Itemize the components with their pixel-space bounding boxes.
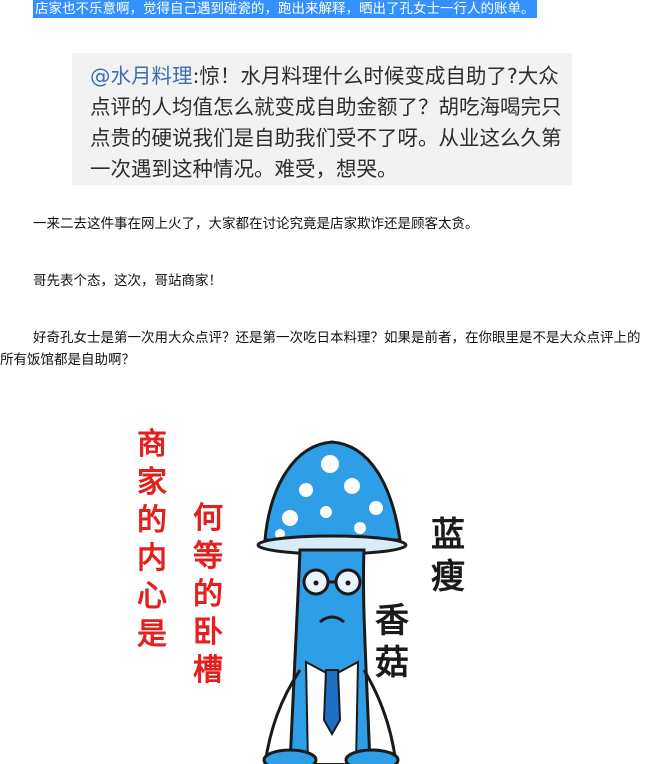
black-char: 瘦	[431, 557, 465, 597]
black-text-column-2: 香 菇	[372, 600, 412, 684]
black-text-column-1: 蓝 瘦	[428, 514, 468, 598]
black-char: 蓝	[431, 515, 465, 555]
black-char: 菇	[375, 643, 409, 683]
black-char: 香	[375, 601, 409, 641]
paragraph-3: 好奇孔女士是第一次用大众点评？还是第一次吃日本料理？如果是前者，在你眼里是不是大…	[0, 330, 641, 368]
paragraph-1: 一来二去这件事在网上火了，大家都在讨论究竟是店家欺诈还是顾客太贪。	[33, 216, 479, 232]
mushroom-illustration: 商 家 的 内 心 是 何 等 的 卧 槽 蓝 瘦 香 菇	[120, 400, 500, 764]
quote-text: @水月料理:惊！水月料理什么时候变成自助了?大众点评的人均值怎么就变成自助金额了…	[90, 61, 564, 185]
selected-text-line[interactable]: 店家也不乐意啊，觉得自己遇到碰瓷的，跑出来解释，晒出了孔女士一行人的账单。	[33, 0, 537, 18]
weibo-handle[interactable]: @水月料理	[90, 64, 193, 88]
paragraph-2: 哥先表个态，这次，哥站商家！	[33, 273, 222, 289]
quote-screenshot: @水月料理:惊！水月料理什么时候变成自助了?大众点评的人均值怎么就变成自助金额了…	[72, 53, 572, 185]
